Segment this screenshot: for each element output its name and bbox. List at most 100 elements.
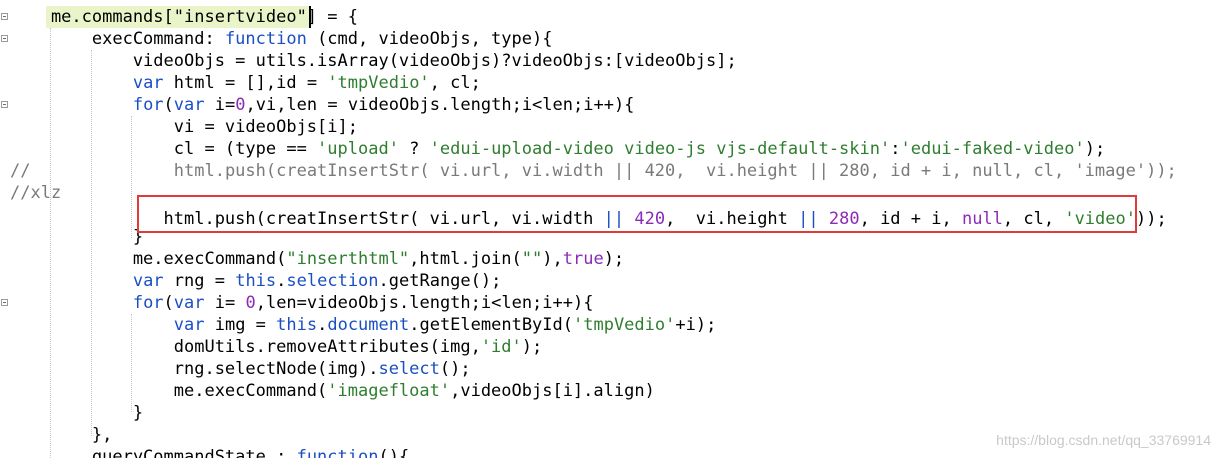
code-token: (cmd, videoObjs, type){ [306,29,553,49]
code-token: ,vi,len = videoObjs.length;i<len;i++){ [245,95,635,115]
code-token: rng = [163,271,236,291]
code-line[interactable]: rng.selectNode(img).select(); [10,358,471,380]
code-token: queryCommandState : [10,447,297,458]
code-token: ,len=videoObjs.length;i<len;i++){ [255,293,594,313]
highlight-annotation-box [137,195,1137,233]
code-line[interactable]: me.execCommand("inserthtml",html.join(""… [10,248,624,270]
code-line[interactable]: for(var i= 0,len=videoObjs.length;i<len;… [10,292,594,314]
code-token: this [235,271,277,291]
code-token: . [317,315,328,335]
code-token: . [276,271,287,291]
code-token: } [10,227,144,247]
code-line[interactable]: me.execCommand('imagefloat',videoObjs[i]… [10,380,655,402]
code-token: var [173,315,205,335]
code-token: this [276,315,318,335]
code-line[interactable]: domUtils.removeAttributes(img,'id'); [10,336,543,358]
code-line[interactable]: }, [10,424,112,446]
code-line[interactable]: queryCommandState : function(){ [10,446,409,458]
code-token: me.execCommand( [10,249,287,269]
code-token: videoObjs = utils.isArray(videoObjs)?vid… [10,51,737,71]
code-token: document [327,315,410,335]
code-token: //xlz [10,183,62,203]
code-token: ? [398,139,430,159]
code-line[interactable]: var html = [],id = 'tmpVedio', cl; [10,72,481,94]
code-token: me.execCommand( [10,381,328,401]
code-token: ); [603,249,625,269]
code-line[interactable]: //xlz [10,182,61,204]
code-token: select [378,359,440,379]
text-cursor [309,6,311,28]
code-token: "" [521,249,543,269]
code-token: me.commands["insertvideo"] = { [10,7,358,27]
code-token: i= [204,95,236,115]
code-token: function [224,29,307,49]
code-line[interactable]: } [10,226,143,248]
code-token: function [296,447,379,458]
code-line[interactable]: vi = videoObjs[i]; [10,116,358,138]
code-token: ); [1084,139,1106,159]
code-token: vi = videoObjs[i]; [10,117,358,137]
code-line[interactable]: me.commands["insertvideo"] = { [10,6,358,28]
code-token: 'upload' [317,139,399,159]
code-line[interactable]: for(var i=0,vi,len = videoObjs.length;i<… [10,94,635,116]
code-token: (); [439,359,471,379]
code-line[interactable]: var rng = this.selection.getRange(); [10,270,502,292]
code-token: 'edui-upload-video video-js vjs-default-… [429,139,891,159]
code-token: ( [163,95,174,115]
code-token: // [10,161,31,181]
code-token: var [132,73,164,93]
code-token: "inserthtml" [286,249,410,269]
code-token: execCommand: [10,29,225,49]
code-token: ); [521,337,543,357]
code-token: ,html.join( [409,249,522,269]
code-token: (){ [378,447,410,458]
code-token: 'imagefloat' [327,381,451,401]
fold-toggle-icon[interactable] [1,13,8,20]
code-token: rng.selectNode(img). [10,359,379,379]
code-token: html = [],id = [163,73,328,93]
code-token: var [173,293,205,313]
code-editor[interactable]: me.commands["insertvideo"] = { execComma… [0,0,1221,458]
code-token: 'id' [480,337,522,357]
code-token: } [10,403,144,423]
code-token: var [173,95,205,115]
code-token: domUtils.removeAttributes(img, [10,337,481,357]
code-line[interactable]: var img = this.document.getElementById('… [10,314,717,336]
code-token: ,videoObjs[i].align) [450,381,655,401]
code-token: html.push(creatInsertStr( vi.url, vi.wid… [30,161,1177,181]
code-token: )); [1135,209,1167,229]
code-token: +i); [675,315,717,335]
code-token: img = [204,315,277,335]
watermark: https://blog.csdn.net/qq_33769914 [996,432,1211,448]
editor-gutter [0,0,10,458]
code-line[interactable]: } [10,402,143,424]
code-token: 'tmpVedio' [327,73,430,93]
fold-toggle-icon[interactable] [1,101,8,108]
code-token: for [132,95,164,115]
fold-toggle-icon[interactable] [1,299,8,306]
code-line[interactable]: execCommand: function (cmd, videoObjs, t… [10,28,553,50]
code-token: }, [10,425,113,445]
code-token: 'edui-faked-video' [900,139,1085,159]
code-token: : [890,139,901,159]
code-token: cl = (type == [10,139,318,159]
code-line[interactable]: cl = (type == 'upload' ? 'edui-upload-vi… [10,138,1105,160]
fold-toggle-icon[interactable] [1,35,8,42]
code-token: 0 [235,95,246,115]
code-line[interactable]: // html.push(creatInsertStr( vi.url, vi.… [10,160,1177,182]
code-token: .getRange(); [378,271,502,291]
code-token: .getElementById( [409,315,573,335]
code-token: for [132,293,164,313]
code-token: 0 [245,293,256,313]
code-token: 'tmpVedio' [573,315,676,335]
code-token: var [132,271,164,291]
code-token: , cl; [429,73,481,93]
code-token: i= [204,293,246,313]
code-token: selection [286,271,379,291]
code-line[interactable]: videoObjs = utils.isArray(videoObjs)?vid… [10,50,737,72]
